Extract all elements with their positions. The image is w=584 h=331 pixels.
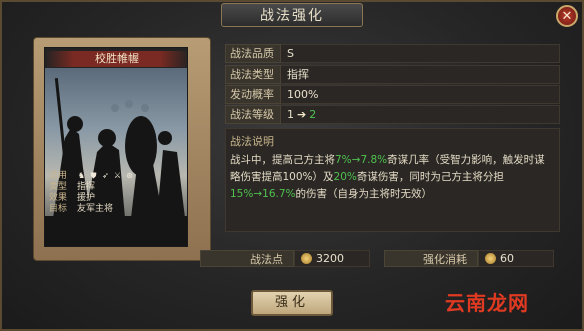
card-info-key: 类型	[49, 182, 68, 192]
card-info-value: 援护	[77, 193, 96, 203]
cost-row: 强化消耗 60	[384, 250, 554, 267]
cost-value-box: 60	[478, 250, 554, 267]
level-from: 1	[287, 108, 294, 121]
attr-row-level: 战法等级 1 ➔ 2	[225, 105, 560, 124]
dialog-title: 战法强化	[221, 3, 363, 27]
attr-label: 战法等级	[225, 105, 281, 124]
archer-icon: ➶	[102, 171, 109, 180]
attr-value: S	[281, 44, 560, 63]
siege-icon: ⊛	[126, 171, 133, 180]
card-info-key: 目标	[49, 204, 68, 214]
cost-value: 60	[500, 252, 514, 265]
skill-card-name: 校胜帷幄	[45, 51, 187, 67]
card-info-value: 友军主将	[77, 204, 114, 214]
attr-label: 战法类型	[225, 65, 281, 84]
desc-arrow: →	[253, 188, 263, 200]
desc-seg: 战斗中，提高己方主将	[230, 154, 335, 166]
troop-icons: ♞ ⛊ ➶ ⚔ ⊛	[77, 171, 134, 182]
skill-points-value-box: 3200	[294, 250, 370, 267]
skill-card-art	[45, 68, 187, 246]
strengthen-button[interactable]: 强化	[251, 290, 333, 316]
skill-points-row: 战法点 3200	[200, 250, 370, 267]
watermark-logo: 云南龙网	[445, 291, 529, 315]
card-info-row: 效果 援护	[49, 193, 187, 204]
coin-icon	[485, 253, 496, 264]
card-info-value: 指挥	[77, 182, 96, 192]
desc-value: 7%	[335, 154, 352, 166]
desc-value: 20%	[333, 171, 357, 183]
desc-seg: 奇谋伤害，同时为己方主将分担	[356, 171, 504, 183]
desc-value: 16.7%	[262, 188, 296, 200]
description-title: 战法说明	[230, 135, 274, 148]
attr-value: 指挥	[281, 65, 560, 84]
card-info-row: 适用 ♞ ⛊ ➶ ⚔ ⊛	[49, 171, 187, 182]
description-text: 战斗中，提高己方主将7%→7.8%奇谋几率（受智力影响，触发时谋略伤害提高100…	[230, 152, 555, 203]
coin-icon	[301, 253, 312, 264]
skill-points-label: 战法点	[200, 250, 294, 267]
attr-value: 100%	[281, 85, 560, 104]
battle-silhouette-image	[45, 78, 187, 246]
attr-label: 战法品质	[225, 44, 281, 63]
arrow-right-icon: ➔	[297, 108, 307, 121]
attr-row-type: 战法类型 指挥	[225, 65, 560, 84]
card-info-key: 效果	[49, 193, 68, 203]
skill-points-value: 3200	[316, 252, 344, 265]
card-info-row: 类型 指挥	[49, 182, 187, 193]
shield-icon: ⛊	[90, 171, 97, 180]
spear-icon: ⚔	[113, 171, 122, 180]
cavalry-icon: ♞	[77, 171, 86, 180]
card-info-key: 适用	[49, 171, 68, 181]
level-to: 2	[309, 108, 317, 121]
desc-seg: 的伤害（自身为主将时无效）	[295, 188, 433, 200]
skill-card: 校胜帷幄 适用 ♞ ⛊ ➶ ⚔ ⊛ 类型 指挥 效果 援护 目标 友军主将	[44, 47, 188, 247]
close-icon: ✕	[561, 8, 573, 24]
close-button[interactable]: ✕	[556, 5, 578, 27]
desc-value: 7.8%	[360, 154, 388, 166]
desc-value: 15%	[230, 188, 254, 200]
skill-card-info: 适用 ♞ ⛊ ➶ ⚔ ⊛ 类型 指挥 效果 援护 目标 友军主将	[49, 171, 187, 215]
cost-label: 强化消耗	[384, 250, 478, 267]
attr-label: 发动概率	[225, 85, 281, 104]
attr-value: 1 ➔ 2	[281, 105, 560, 124]
attr-row-quality: 战法品质 S	[225, 44, 560, 63]
attr-row-probability: 发动概率 100%	[225, 85, 560, 104]
card-info-row: 目标 友军主将	[49, 204, 187, 215]
description-box: 战法说明 战斗中，提高己方主将7%→7.8%奇谋几率（受智力影响，触发时谋略伤害…	[225, 128, 560, 232]
